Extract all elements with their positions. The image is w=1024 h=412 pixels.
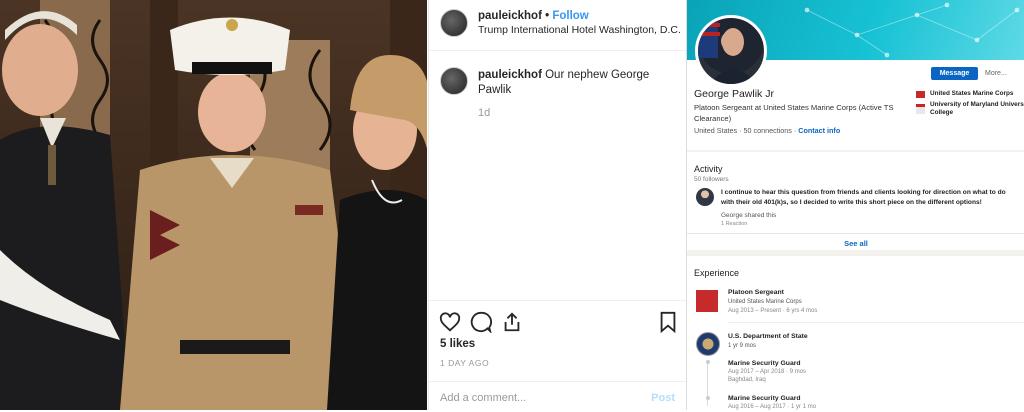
job-title[interactable]: Platoon Sergeant bbox=[728, 289, 784, 296]
profile-location: United States bbox=[694, 126, 738, 135]
role-dates: Aug 2016 – Aug 2017 · 1 yr 1 mo bbox=[728, 404, 817, 410]
follow-button[interactable]: Follow bbox=[552, 10, 588, 22]
role-title[interactable]: Marine Security Guard bbox=[728, 395, 801, 402]
role-location: Baghdad, Iraq bbox=[728, 377, 766, 383]
username[interactable]: pauleickhof • Follow bbox=[478, 10, 589, 22]
post-actions: 5 likes 1 DAY AGO Add a comment... Post bbox=[429, 300, 686, 411]
activity-section: Activity 50 followers I continue to hear… bbox=[687, 152, 1024, 250]
flag-background bbox=[698, 18, 756, 84]
marine-corps-icon bbox=[916, 91, 925, 98]
profile-name: George Pawlik Jr bbox=[694, 88, 774, 100]
caption-username[interactable]: pauleickhof bbox=[478, 69, 542, 81]
contact-info-link[interactable]: Contact info bbox=[798, 126, 840, 135]
profile-photo[interactable] bbox=[695, 15, 767, 87]
org-marine-corps[interactable]: United States Marine Corps bbox=[930, 90, 1024, 98]
divider bbox=[728, 322, 1024, 323]
activity-title: Activity bbox=[694, 164, 723, 174]
comment-icon[interactable] bbox=[470, 311, 492, 333]
photo-panel bbox=[0, 0, 427, 410]
timeline-dot bbox=[706, 396, 710, 400]
job-dates: Aug 2013 – Present · 6 yrs 4 mos bbox=[728, 308, 818, 314]
role-dates: Aug 2017 – Apr 2018 · 9 mos bbox=[728, 369, 807, 375]
heart-icon[interactable] bbox=[439, 311, 461, 333]
experience-title: Experience bbox=[694, 268, 740, 278]
activity-post-text[interactable]: I continue to hear this question from fr… bbox=[721, 188, 1017, 207]
activity-shared: George shared this bbox=[721, 212, 777, 219]
avatar[interactable] bbox=[440, 9, 468, 37]
profile-meta: United States · 50 connections · Contact… bbox=[694, 126, 840, 135]
connections-count[interactable]: 50 connections bbox=[744, 126, 792, 135]
caption-time: 1d bbox=[478, 107, 491, 119]
location-link[interactable]: Trump International Hotel Washington, D.… bbox=[478, 24, 681, 36]
caption-avatar[interactable] bbox=[440, 67, 468, 95]
experience-section: Experience Platoon Sergeant United State… bbox=[687, 256, 1024, 410]
username-text[interactable]: pauleickhof bbox=[478, 10, 542, 22]
marine-corps-logo bbox=[696, 290, 718, 312]
bookmark-icon[interactable] bbox=[657, 311, 679, 333]
see-all-button[interactable]: See all bbox=[687, 233, 1024, 248]
share-icon[interactable] bbox=[501, 311, 523, 333]
post-header: pauleickhof • Follow Trump International… bbox=[429, 0, 686, 51]
comment-bar: Add a comment... Post bbox=[429, 381, 686, 412]
comment-input[interactable]: Add a comment... bbox=[440, 392, 526, 404]
timeline-dot bbox=[706, 360, 710, 364]
company-tenure: 1 yr 9 mos bbox=[728, 343, 757, 349]
more-button[interactable]: More... bbox=[985, 67, 1007, 80]
post-avatar bbox=[696, 188, 714, 206]
university-icon bbox=[916, 104, 925, 114]
event-photo bbox=[0, 0, 427, 410]
state-department-logo bbox=[696, 332, 720, 356]
role-title[interactable]: Marine Security Guard bbox=[728, 360, 801, 367]
likes-count[interactable]: 5 likes bbox=[440, 338, 475, 350]
profile-headline: Platoon Sergeant at United States Marine… bbox=[694, 103, 894, 123]
linkedin-profile: Message More... George Pawlik Jr Platoon… bbox=[686, 0, 1024, 410]
post-comment-button[interactable]: Post bbox=[651, 392, 675, 404]
posted-time: 1 DAY AGO bbox=[440, 358, 490, 368]
profile-card: Message More... George Pawlik Jr Platoon… bbox=[687, 0, 1024, 150]
company-name[interactable]: U.S. Department of State bbox=[728, 333, 808, 340]
activity-reactions[interactable]: 1 Reaction bbox=[721, 221, 747, 227]
message-button[interactable]: Message bbox=[931, 67, 978, 80]
job-company: United States Marine Corps bbox=[728, 299, 802, 305]
instagram-post: pauleickhof • Follow Trump International… bbox=[428, 0, 686, 410]
org-university[interactable]: University of Maryland University Colleg… bbox=[930, 101, 1024, 117]
message-label: Message bbox=[939, 70, 970, 77]
followers-count: 50 followers bbox=[694, 176, 729, 183]
caption: pauleickhof Our nephew George Pawlik bbox=[478, 68, 678, 98]
